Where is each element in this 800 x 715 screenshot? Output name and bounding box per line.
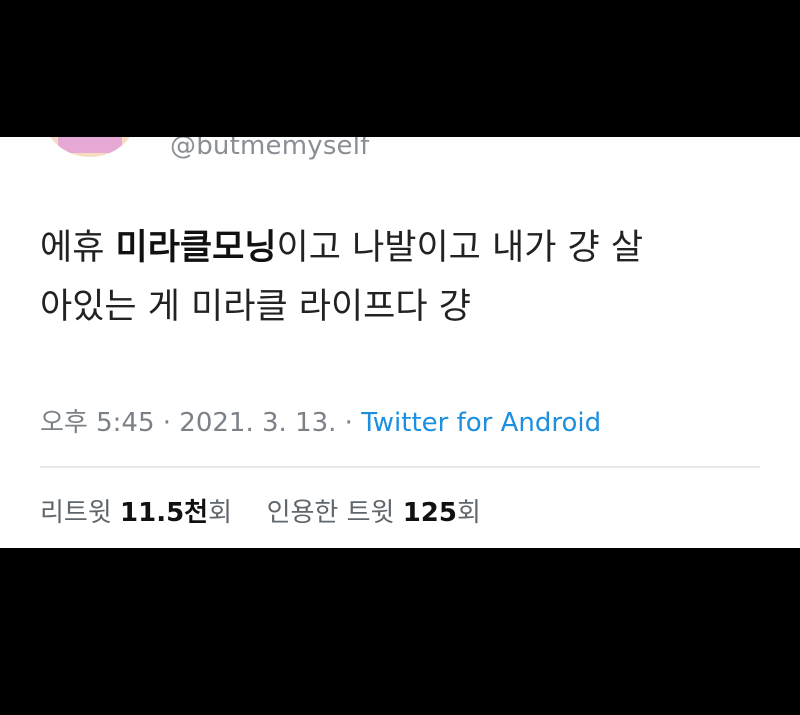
- avatar-shirt: [58, 137, 122, 153]
- quote-label: 인용한 트윗: [266, 498, 395, 528]
- retweet-count[interactable]: 11.5천: [120, 498, 208, 528]
- tweet-time: 오후 5:45: [40, 408, 155, 438]
- tweet-date: 2021. 3. 13.: [179, 408, 337, 438]
- tweet-card: @butmemyself 에휴 미라클모닝이고 나발이고 내가 걍 살 아있는 …: [0, 137, 800, 548]
- tweet-text-part1: 에휴: [40, 228, 116, 268]
- separator: ·: [336, 408, 362, 438]
- tweet-stats: 리트윗 11.5천회 인용한 트윗 125회: [40, 492, 481, 529]
- retweet-unit: 회: [208, 498, 233, 528]
- tweet-text-part2: 이고 나발이고 내가 걍 살: [276, 228, 644, 268]
- quote-unit: 회: [456, 498, 481, 528]
- quote-count[interactable]: 125: [403, 498, 457, 528]
- tweet-source-link[interactable]: Twitter for Android: [361, 408, 601, 438]
- retweet-label: 리트윗: [40, 498, 112, 528]
- tweet-text-line2: 아있는 게 미라클 라이프다 걍: [40, 287, 471, 327]
- tweet-meta: 오후 5:45 · 2021. 3. 13. · Twitter for And…: [40, 402, 601, 439]
- tweet-text: 에휴 미라클모닝이고 나발이고 내가 걍 살 아있는 게 미라클 라이프다 걍: [40, 219, 780, 337]
- tweet-text-bold: 미라클모닝: [115, 228, 277, 268]
- avatar[interactable]: [40, 137, 140, 157]
- separator: ·: [154, 408, 180, 438]
- user-handle[interactable]: @butmemyself: [170, 137, 370, 161]
- divider: [40, 466, 760, 468]
